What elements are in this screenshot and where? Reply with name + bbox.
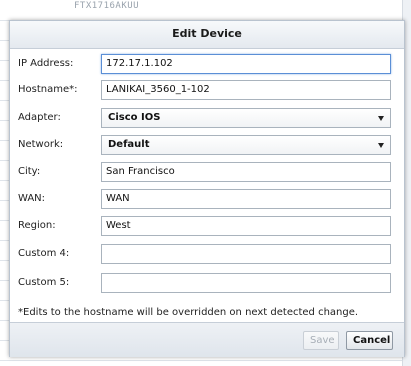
adapter-select-value: Cisco IOS	[108, 112, 161, 123]
edit-device-dialog: Edit Device IP Address: 172.17.1.102 Hos…	[9, 20, 405, 357]
table-row: FTX1716AKUU	[0, 0, 411, 21]
form-row-network: Network: Default	[10, 135, 404, 157]
custom-4-label: Custom 4:	[18, 248, 70, 259]
custom-4-input[interactable]	[101, 244, 391, 264]
save-button[interactable]: Save	[303, 331, 339, 350]
cancel-button[interactable]: Cancel	[346, 331, 393, 350]
dialog-header: Edit Device	[10, 21, 404, 49]
wan-label: WAN:	[18, 193, 46, 204]
ip-address-label: IP Address:	[18, 58, 74, 69]
form-row-hostname: Hostname*: LANIKAI_3560_1-102	[10, 80, 404, 102]
region-label: Region:	[18, 220, 56, 231]
form-row-ip-address: IP Address: 172.17.1.102	[10, 54, 404, 76]
custom-5-label: Custom 5:	[18, 277, 70, 288]
hostname-input[interactable]: LANIKAI_3560_1-102	[101, 80, 391, 100]
table-cell: FTX1716AKUU	[74, 1, 140, 11]
ip-address-input[interactable]: 172.17.1.102	[101, 54, 391, 74]
adapter-label: Adapter:	[18, 112, 61, 123]
form-row-custom-4: Custom 4:	[10, 244, 404, 266]
chevron-down-icon[interactable]	[378, 116, 384, 121]
dialog-footer: Save Cancel	[10, 322, 404, 357]
form-row-region: Region: West	[10, 216, 404, 238]
form-row-wan: WAN: WAN	[10, 189, 404, 211]
network-select[interactable]: Default	[101, 135, 391, 155]
form-row-custom-5: Custom 5:	[10, 273, 404, 295]
network-select-value: Default	[108, 139, 150, 150]
form-row-city: City: San Francisco	[10, 162, 404, 184]
adapter-select[interactable]: Cisco IOS	[101, 108, 391, 128]
form-row-adapter: Adapter: Cisco IOS	[10, 108, 404, 130]
dialog-title: Edit Device	[172, 27, 242, 40]
region-input[interactable]: West	[101, 216, 391, 236]
city-input[interactable]: San Francisco	[101, 162, 391, 182]
city-label: City:	[18, 166, 41, 177]
chevron-down-icon[interactable]	[378, 143, 384, 148]
wan-input[interactable]: WAN	[101, 189, 391, 209]
custom-5-input[interactable]	[101, 273, 391, 293]
hostname-note: *Edits to the hostname will be overridde…	[18, 307, 359, 318]
network-label: Network:	[18, 139, 64, 150]
hostname-label: Hostname*:	[18, 84, 78, 95]
